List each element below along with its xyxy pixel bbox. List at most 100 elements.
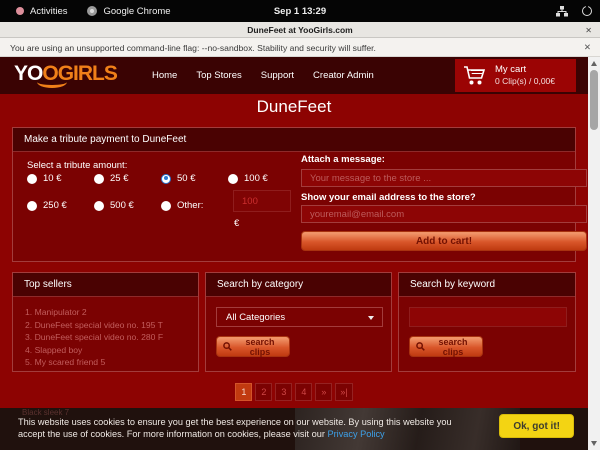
other-amount-input[interactable]	[233, 190, 291, 212]
pagination-button[interactable]: 1	[235, 383, 252, 401]
tribute-amount-option[interactable]: 100 €	[228, 173, 308, 184]
pagination-button[interactable]: 2	[255, 383, 272, 401]
tribute-amount-option[interactable]: 10 €	[27, 173, 94, 184]
radio-icon	[161, 174, 171, 184]
window-title-bar: DuneFeet at YooGirls.com ✕	[0, 22, 600, 38]
category-selected-value: All Categories	[226, 312, 285, 323]
search-icon	[223, 342, 232, 351]
nav-link[interactable]: Creator Admin	[313, 70, 374, 81]
cart-summary: 0 Clip(s) / 0,00€	[495, 76, 555, 87]
radio-label: Other:	[177, 200, 203, 211]
radio-icon	[94, 201, 104, 211]
radio-icon	[27, 201, 37, 211]
scroll-up-arrow-icon[interactable]	[591, 61, 597, 66]
radio-icon	[228, 174, 238, 184]
nav-link[interactable]: Top Stores	[196, 70, 241, 81]
radio-label: 25 €	[110, 173, 129, 184]
browser-warning-bar: You are using an unsupported command-lin…	[0, 38, 600, 57]
screen: Activities Google Chrome Sep 1 13:29 Dun…	[0, 0, 600, 450]
tribute-panel: Make a tribute payment to DuneFeet Selec…	[12, 127, 576, 262]
scroll-down-arrow-icon[interactable]	[591, 441, 597, 446]
radio-icon	[27, 174, 37, 184]
browser-viewport: YOOGIRLS Home Top Stores Support Creator Ad…	[0, 57, 600, 450]
search-clips-label: search clips	[237, 337, 283, 357]
cookie-text-body: This website uses cookies to ensure you …	[18, 417, 452, 439]
logo-smile-icon	[37, 76, 67, 88]
app-name-label: Google Chrome	[103, 6, 170, 17]
top-seller-item[interactable]: DuneFeet special video no. 195 T	[25, 319, 188, 332]
search-clips-keyword-button[interactable]: search clips	[409, 336, 483, 357]
recording-dot-icon	[16, 7, 24, 15]
cart-icon	[463, 65, 487, 87]
tribute-amount-option[interactable]: 250 €	[27, 200, 94, 211]
search-category-panel: Search by category All Categories search…	[205, 272, 392, 372]
site-header: YOOGIRLS Home Top Stores Support Creator Ad…	[0, 57, 588, 94]
search-keyword-header: Search by keyword	[399, 273, 575, 297]
tribute-amount-option[interactable]: 50 €	[161, 173, 228, 184]
radio-label: 100 €	[244, 173, 268, 184]
top-seller-item[interactable]: Manipulator 2	[25, 306, 188, 319]
privacy-policy-link[interactable]: Privacy Policy	[327, 429, 384, 439]
pagination-button[interactable]: 4	[295, 383, 312, 401]
scrollbar[interactable]	[588, 57, 600, 450]
main-nav: Home Top Stores Support Creator Admin	[152, 57, 374, 94]
radio-label: 250 €	[43, 200, 67, 211]
chrome-icon	[87, 6, 97, 16]
radio-icon	[94, 174, 104, 184]
message-input[interactable]	[301, 169, 587, 187]
activities-button[interactable]: Activities	[10, 0, 73, 22]
active-app-menu[interactable]: Google Chrome	[81, 0, 176, 22]
keyword-input[interactable]	[409, 307, 567, 327]
top-sellers-list: Manipulator 2DuneFeet special video no. …	[13, 297, 198, 369]
network-icon[interactable]	[556, 6, 568, 17]
search-clips-category-button[interactable]: search clips	[216, 336, 290, 357]
pagination-button[interactable]: 3	[275, 383, 292, 401]
category-select[interactable]: All Categories	[216, 307, 383, 327]
search-keyword-panel: Search by keyword search clips	[398, 272, 576, 372]
top-seller-item[interactable]: Slapped boy	[25, 344, 188, 357]
radio-label: 50 €	[177, 173, 196, 184]
search-icon	[416, 342, 425, 351]
page-title: DuneFeet	[0, 97, 588, 117]
pagination-button[interactable]: »	[315, 383, 332, 401]
email-label: Show your email address to the store?	[301, 192, 476, 203]
tribute-amount-option[interactable]: 25 €	[94, 173, 161, 184]
search-clips-label: search clips	[430, 337, 476, 357]
radio-label: 10 €	[43, 173, 62, 184]
pagination: 1234»»|	[0, 383, 588, 401]
my-cart-button[interactable]: My cart 0 Clip(s) / 0,00€	[455, 59, 576, 92]
window-close-button[interactable]: ✕	[585, 22, 592, 38]
nav-link[interactable]: Support	[261, 70, 294, 81]
activities-label: Activities	[30, 6, 67, 17]
window-title: DuneFeet at YooGirls.com	[0, 22, 600, 38]
background-text: Black sleek 7	[22, 408, 69, 417]
top-sellers-header: Top sellers	[13, 273, 198, 297]
cookie-consent-bar: Black sleek 7 This website uses cookies …	[0, 408, 588, 450]
scrollbar-thumb[interactable]	[590, 70, 598, 130]
system-top-bar: Activities Google Chrome Sep 1 13:29	[0, 0, 600, 22]
site-logo[interactable]: YOOGIRLS	[14, 61, 117, 87]
message-label: Attach a message:	[301, 154, 385, 165]
cookie-ok-button[interactable]: Ok, got it!	[499, 414, 574, 438]
power-icon[interactable]	[582, 6, 592, 16]
radio-icon	[161, 201, 171, 211]
radio-label: 500 €	[110, 200, 134, 211]
tribute-amount-option[interactable]: 500 €	[94, 200, 161, 211]
site-content: YOOGIRLS Home Top Stores Support Creator Ad…	[0, 57, 588, 450]
warning-close-button[interactable]: ✕	[584, 38, 591, 57]
top-sellers-panel: Top sellers Manipulator 2DuneFeet specia…	[12, 272, 199, 372]
email-input[interactable]	[301, 205, 587, 223]
tribute-amount-option[interactable]: Other:	[161, 200, 228, 211]
chevron-down-icon	[368, 316, 374, 320]
cart-title: My cart	[495, 64, 555, 76]
cookie-text: This website uses cookies to ensure you …	[18, 417, 480, 440]
search-category-header: Search by category	[206, 273, 391, 297]
top-seller-item[interactable]: My scared friend 5	[25, 356, 188, 369]
currency-label: €	[234, 218, 239, 229]
nav-link[interactable]: Home	[152, 70, 177, 81]
add-to-cart-button[interactable]: Add to cart!	[301, 231, 587, 251]
warning-text: You are using an unsupported command-lin…	[10, 38, 376, 57]
pagination-button[interactable]: »|	[335, 383, 352, 401]
top-seller-item[interactable]: DuneFeet special video no. 280 F	[25, 331, 188, 344]
tribute-panel-header: Make a tribute payment to DuneFeet	[13, 128, 575, 152]
